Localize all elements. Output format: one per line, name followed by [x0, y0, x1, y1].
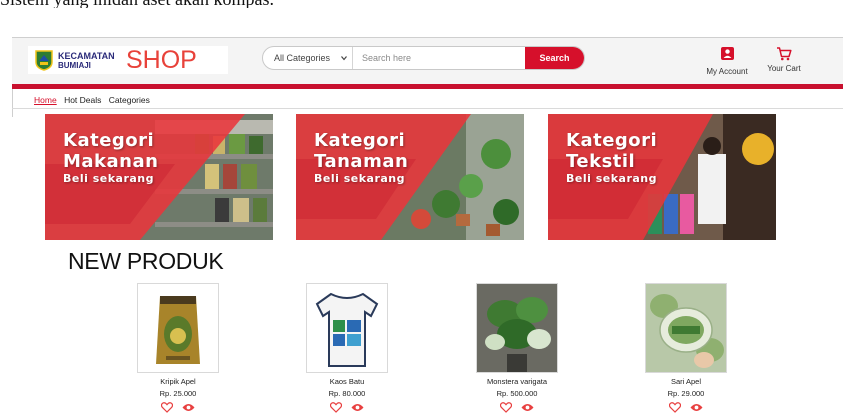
product-name: Sari Apel: [670, 377, 702, 386]
product-image[interactable]: [476, 283, 558, 373]
eye-icon[interactable]: [521, 403, 534, 412]
product-actions: [306, 399, 388, 414]
product-image[interactable]: [137, 283, 219, 373]
product-card[interactable]: Monstera varigata Rp. 500.000: [476, 283, 558, 414]
product-actions: [645, 399, 727, 414]
eye-icon[interactable]: [690, 403, 703, 412]
my-account-label: My Account: [706, 67, 748, 76]
logo-text-kecamatan: KECAMATAN: [58, 51, 115, 61]
logo-text-shop: SHOP: [126, 46, 197, 74]
banner-kategori-tanaman[interactable]: Kategori Tanaman Beli sekarang: [296, 114, 524, 240]
my-account-link[interactable]: My Account: [702, 47, 752, 81]
banner-category: Makanan: [63, 151, 159, 172]
main-nav: Home Hot Deals Categories: [34, 95, 155, 107]
product-card[interactable]: Kaos Batu Rp. 80.000: [306, 283, 388, 414]
product-image[interactable]: [306, 283, 388, 373]
product-name: Monstera varigata: [486, 377, 548, 386]
nav-divider: [12, 108, 843, 109]
emblem-icon: [35, 50, 53, 71]
search-input[interactable]: [353, 47, 528, 69]
nav-item-home[interactable]: Home: [34, 95, 57, 105]
site-header: KECAMATAN BUMIAJI SHOP All Categories Se…: [12, 38, 843, 84]
product-price: Rp. 29.000: [667, 389, 705, 398]
your-cart-link[interactable]: Your Cart: [762, 47, 806, 81]
product-name: Kripik Apel: [160, 377, 196, 386]
search-button[interactable]: Search: [525, 47, 584, 69]
banner-kategori-makanan[interactable]: Kategori Makanan Beli sekarang: [45, 114, 273, 240]
banner-heading: Kategori: [314, 130, 406, 151]
heart-icon[interactable]: [161, 402, 174, 414]
site-logo[interactable]: KECAMATAN BUMIAJI SHOP: [28, 46, 228, 74]
banner-category: Tekstil: [566, 151, 636, 172]
banner-category: Tanaman: [314, 151, 409, 172]
eye-icon[interactable]: [351, 403, 364, 412]
logo-text-bumiaji: BUMIAJI: [58, 61, 91, 70]
category-select-value: All Categories: [274, 53, 331, 63]
banner-heading: Kategori: [63, 130, 155, 151]
category-select[interactable]: All Categories: [263, 47, 353, 69]
banner-heading: Kategori: [566, 130, 658, 151]
banner-cta: Beli sekarang: [63, 172, 155, 185]
product-card[interactable]: Kripik Apel Rp. 25.000: [137, 283, 219, 414]
nav-item-categories[interactable]: Categories: [109, 95, 150, 105]
heart-icon[interactable]: [500, 402, 513, 414]
chevron-down-icon: [341, 56, 347, 61]
product-actions: [476, 399, 558, 414]
product-card[interactable]: Sari Apel Rp. 29.000: [645, 283, 727, 414]
product-actions: [137, 399, 219, 414]
banner-kategori-tekstil[interactable]: Kategori Tekstil Beli sekarang: [548, 114, 776, 240]
nav-item-hot-deals[interactable]: Hot Deals: [64, 95, 101, 105]
product-price: Rp. 80.000: [328, 389, 366, 398]
eye-icon[interactable]: [182, 403, 195, 412]
search-bar: All Categories Search: [262, 46, 585, 70]
banner-cta: Beli sekarang: [314, 172, 406, 185]
heart-icon[interactable]: [330, 402, 343, 414]
account-icon: [720, 47, 734, 60]
product-price: Rp. 500.000: [496, 389, 538, 398]
product-name: Kaos Batu: [329, 377, 365, 386]
cart-icon: [777, 47, 792, 61]
your-cart-label: Your Cart: [767, 64, 801, 73]
document-caption: Sistem yang inidah aset akan kompas.: [0, 0, 843, 8]
product-image[interactable]: [645, 283, 727, 373]
banner-cta: Beli sekarang: [566, 172, 658, 185]
product-price: Rp. 25.000: [159, 389, 197, 398]
heart-icon[interactable]: [669, 402, 682, 414]
header-accent-bar: [12, 84, 843, 89]
section-title-new-produk: NEW PRODUK: [68, 248, 224, 274]
